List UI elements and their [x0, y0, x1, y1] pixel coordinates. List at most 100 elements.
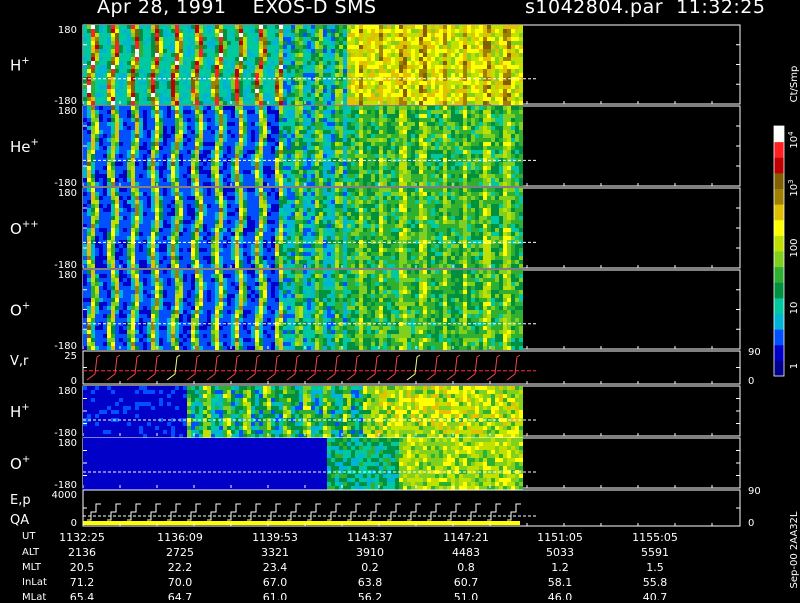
panel-label: H+ [10, 56, 30, 75]
right-axis-bottom-label: 0 [748, 376, 754, 387]
ephem-label-alt: ALT [22, 547, 39, 558]
ephem-value: 1132:25 [59, 531, 105, 544]
spectrogram-plot: 180-180H+180-180He+180-180O++180-180O+25… [0, 0, 800, 600]
colorbar-title: Ct/Smp [789, 66, 800, 103]
y-max-label: 180 [58, 270, 77, 281]
ephem-label-mlat: MLat [22, 592, 46, 603]
ephem-value: 51.0 [454, 591, 479, 600]
y-max-label: 180 [58, 25, 77, 36]
ephem-value: 40.7 [643, 591, 668, 600]
y-max-label: 180 [58, 438, 77, 449]
ephem-value: 20.5 [70, 561, 95, 574]
panel-4: 180-180O+ [10, 270, 740, 352]
colorbar-swatch [774, 345, 784, 361]
ephem-value: 70.0 [168, 576, 193, 589]
right-axis-bottom-label: 0 [748, 518, 754, 529]
right-axis-top-label: 90 [748, 486, 761, 497]
ephem-value: 0.8 [457, 561, 475, 574]
ephem-value: 71.2 [70, 576, 95, 589]
ephem-value: 64.7 [168, 591, 193, 600]
colorbar-swatch [774, 173, 784, 189]
panel-frame [83, 351, 740, 384]
ephem-label-ut: UT [22, 531, 35, 542]
y-max-label: 180 [58, 106, 77, 117]
ephem-value: 1155:05 [632, 531, 678, 544]
ephem-value: 60.7 [454, 576, 479, 589]
ephem-value: 0.2 [361, 561, 379, 574]
colorbar-swatch [774, 251, 784, 267]
colorbar-swatch [774, 142, 784, 158]
ephem-value: 1139:53 [252, 531, 298, 544]
panel-label: O+ [10, 454, 30, 473]
y-max-label: 180 [58, 188, 77, 199]
y-max-label: 25 [64, 351, 77, 362]
panel-label: E,p [10, 493, 31, 508]
panel-label: O+ [10, 301, 30, 320]
ephem-value: 23.4 [263, 561, 288, 574]
panel-label: V,r [10, 354, 29, 369]
footer-id: Sep-00 2AA32L [789, 511, 800, 588]
colorbar-swatch [774, 267, 784, 283]
colorbar: 104 103 100 10 1 Ct/Smp [774, 66, 800, 377]
colorbar-label: 100 [789, 238, 800, 257]
right-axis-top-label: 90 [748, 347, 761, 358]
colorbar-label: 104 [787, 131, 800, 149]
ephem-value: 2136 [68, 546, 96, 559]
panel-label: He+ [10, 137, 39, 156]
ephem-value: 61.0 [263, 591, 288, 600]
ephem-value: 4483 [452, 546, 480, 559]
ephem-value: 67.0 [263, 576, 288, 589]
ephem-value: 1.2 [551, 561, 569, 574]
colorbar-swatch [774, 126, 784, 142]
file-timestamp: s1042804.par 11:32:25 [525, 0, 765, 18]
panel-frame [83, 490, 740, 526]
ephem-label-inlat: InLat [22, 577, 47, 588]
y-max-label: 180 [58, 386, 77, 397]
colorbar-label: 1 [789, 363, 800, 369]
ephem-value: 63.8 [358, 576, 383, 589]
colorbar-swatch [774, 235, 784, 251]
ephem-value: 1147:21 [443, 531, 489, 544]
panel-label: O++ [10, 219, 39, 238]
panel-5: 250V,r900 [10, 347, 761, 387]
ephem-value: 1143:37 [347, 531, 393, 544]
colorbar-swatch [774, 220, 784, 236]
panel-6: 180-180H+ [10, 386, 740, 439]
ephem-value: 46.0 [548, 591, 573, 600]
panel-8: 4000 0 E,p QA 90 0 [10, 486, 761, 529]
panels: 180-180H+180-180He+180-180O++180-180O+25… [10, 25, 761, 529]
panel-1: 180-180H+ [10, 25, 740, 107]
ephem-value: 58.1 [548, 576, 573, 589]
colorbar-swatch [774, 360, 784, 376]
colorbar-swatch [774, 329, 784, 345]
colorbar-swatch [774, 282, 784, 298]
colorbar-label: 103 [787, 179, 800, 196]
y-max-label: 4000 [52, 490, 77, 501]
ephemeris-values: 1132:25 1136:09 1139:53 1143:37 1147:21 1151:… [59, 531, 678, 600]
ephem-value: 5591 [641, 546, 669, 559]
panel-7: 180-180O+ [10, 438, 740, 491]
ephem-value: 22.2 [168, 561, 193, 574]
colorbar-swatch [774, 157, 784, 173]
colorbar-label: 10 [789, 302, 800, 315]
ephem-value: 5033 [546, 546, 574, 559]
panel-2: 180-180He+ [10, 106, 740, 189]
colorbar-swatch [774, 314, 784, 330]
colorbar-swatch [774, 189, 784, 205]
panel-label-2: QA [10, 513, 29, 528]
y-min-label: 0 [71, 518, 77, 529]
ephem-value: 1136:09 [157, 531, 203, 544]
ephem-value: 3910 [356, 546, 384, 559]
ephem-value: 55.8 [643, 576, 668, 589]
ephem-value: 3321 [261, 546, 289, 559]
panel-label: H+ [10, 402, 30, 421]
ephem-value: 1151:05 [537, 531, 583, 544]
panel-3: 180-180O++ [10, 188, 740, 271]
plot-title: Apr 28, 1991 EXOS-D SMS [97, 0, 377, 18]
colorbar-swatch [774, 204, 784, 220]
colorbar-swatch [774, 298, 784, 314]
ephem-label-mlt: MLT [22, 562, 41, 573]
ephem-value: 65.4 [70, 591, 95, 600]
ephem-value: 56.2 [358, 591, 383, 600]
ephem-value: 2725 [166, 546, 194, 559]
